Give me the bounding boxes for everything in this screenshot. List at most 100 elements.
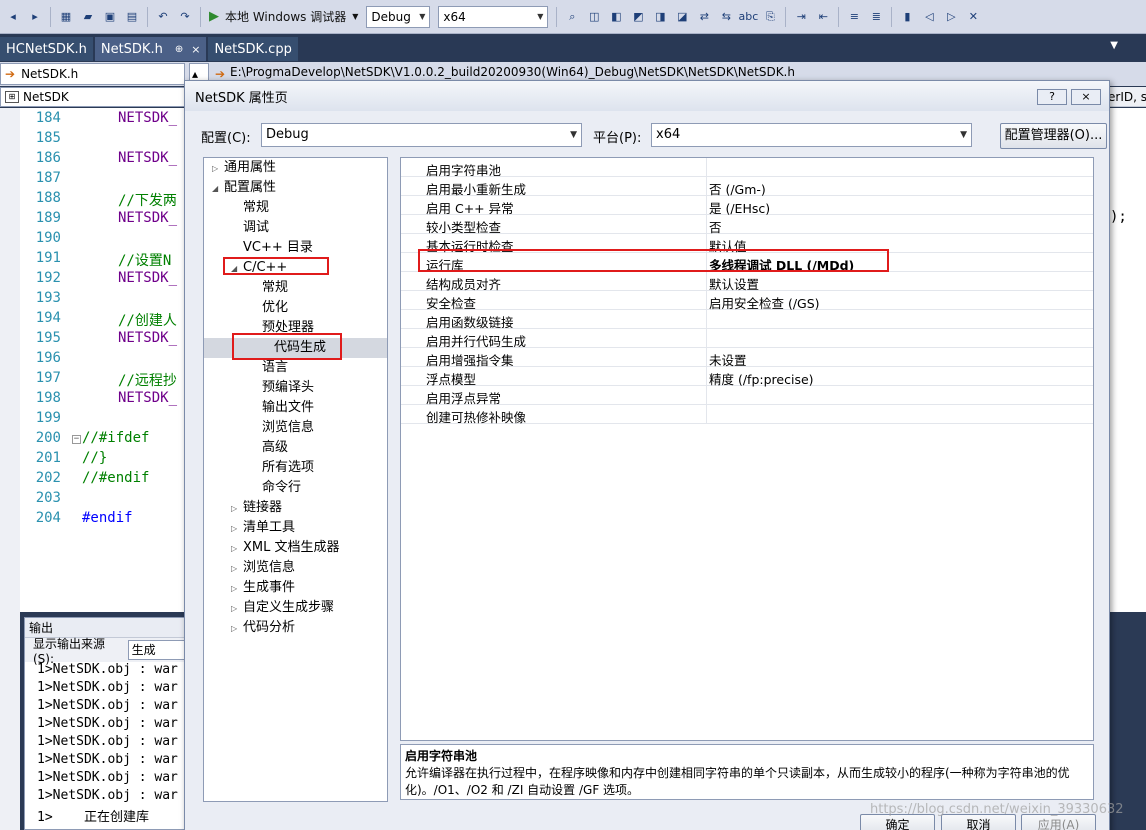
tree-item[interactable]: ▷ 代码分析 bbox=[231, 618, 295, 638]
code-line[interactable]: 188 //下发两 bbox=[20, 190, 177, 210]
code-line[interactable]: 186 NETSDK_ bbox=[20, 150, 177, 170]
code-line[interactable]: 201 //} bbox=[20, 450, 108, 470]
property-row[interactable]: 安全检查 启用安全检查 (/GS) bbox=[401, 291, 1093, 311]
tree-item[interactable]: 预处理器 bbox=[250, 318, 314, 338]
extract-icon[interactable]: ⎘ bbox=[762, 9, 778, 25]
code-line[interactable]: 199 bbox=[20, 410, 61, 430]
tree-item[interactable]: 语言 bbox=[250, 358, 288, 378]
property-row[interactable]: 启用最小重新生成否 (/Gm-) bbox=[401, 177, 1093, 197]
code-line[interactable]: 202 //#endif bbox=[20, 470, 150, 490]
property-row[interactable]: 启用增强指令集 未设置 bbox=[401, 348, 1093, 368]
property-row[interactable]: 基本运行时检查 默认值 bbox=[401, 234, 1093, 254]
config-manager-button[interactable]: 配置管理器(O)... bbox=[1000, 123, 1107, 149]
code-line[interactable]: 191 //设置N bbox=[20, 250, 172, 270]
refactor-icon[interactable]: ⇄ bbox=[696, 9, 712, 25]
code-line[interactable]: 197 //远程抄 bbox=[20, 370, 177, 390]
undo-icon[interactable]: ↶ bbox=[155, 9, 171, 25]
tree-item[interactable]: 常规 bbox=[231, 198, 269, 218]
file-scope-select[interactable]: ➔ NetSDK.h bbox=[0, 63, 185, 85]
tree-item[interactable]: 代码生成 bbox=[204, 338, 387, 358]
platform-select[interactable]: x64 ▼ bbox=[651, 123, 972, 147]
property-row[interactable]: 结构成员对齐 默认设置 bbox=[401, 272, 1093, 292]
property-row[interactable]: 启用浮点异常 bbox=[401, 386, 1093, 406]
expand-arrow-icon[interactable]: ▷ bbox=[212, 159, 224, 179]
tree-item[interactable]: ▷ 生成事件 bbox=[231, 578, 295, 598]
class-select[interactable]: ⊞ NetSDK bbox=[0, 87, 185, 107]
tree-item[interactable]: 命令行 bbox=[250, 478, 301, 498]
tree-item[interactable]: 浏览信息 bbox=[250, 418, 314, 438]
expand-arrow-icon[interactable]: ▷ bbox=[231, 519, 243, 539]
save-all-icon[interactable]: ▤ bbox=[124, 9, 140, 25]
tree-item[interactable]: 预编译头 bbox=[250, 378, 314, 398]
property-row[interactable]: 创建可热修补映像 bbox=[401, 405, 1093, 425]
tree-item[interactable]: ▷ 浏览信息 bbox=[231, 558, 295, 578]
code-line[interactable]: 203 bbox=[20, 490, 61, 510]
expand-arrow-icon[interactable]: ▷ bbox=[231, 599, 243, 619]
open-folder-icon[interactable]: ▰ bbox=[80, 9, 96, 25]
clear-bookmarks-icon[interactable]: ✕ bbox=[965, 9, 981, 25]
tree-item[interactable]: ◢ C/C++ bbox=[231, 258, 287, 278]
class-view-icon[interactable]: ◪ bbox=[674, 9, 690, 25]
comment-icon[interactable]: ≡ bbox=[846, 9, 862, 25]
tree-item[interactable]: ▷ 自定义生成步骤 bbox=[231, 598, 334, 618]
solution-platform-select[interactable]: x64 ▼ bbox=[438, 5, 549, 28]
property-row[interactable]: 启用字符串池 bbox=[401, 158, 1093, 178]
solution-explorer-icon[interactable]: ◫ bbox=[586, 9, 602, 25]
tab-netsdk-h[interactable]: NetSDK.h ⊕ × bbox=[94, 37, 207, 61]
code-line[interactable]: 184 NETSDK_ bbox=[20, 110, 177, 130]
toolbox-icon[interactable]: ◨ bbox=[652, 9, 668, 25]
property-row[interactable]: 启用函数级链接 bbox=[401, 310, 1093, 330]
code-line[interactable]: 190 bbox=[20, 230, 61, 250]
code-line[interactable]: 192 NETSDK_ bbox=[20, 270, 177, 290]
tree-item[interactable]: 所有选项 bbox=[250, 458, 314, 478]
config-select[interactable]: Debug ▼ bbox=[261, 123, 582, 147]
tab-netsdk-cpp[interactable]: NetSDK.cpp bbox=[208, 37, 298, 61]
expand-arrow-icon[interactable]: ▷ bbox=[231, 559, 243, 579]
tree-item[interactable]: 常规 bbox=[250, 278, 288, 298]
collapse-arrow-icon[interactable]: ◢ bbox=[231, 259, 243, 279]
solution-config-select[interactable]: Debug ▼ bbox=[366, 5, 431, 28]
back-nav-icon[interactable]: ◂ bbox=[5, 9, 21, 25]
code-line[interactable]: 193 bbox=[20, 290, 61, 310]
bookmark-icon[interactable]: ▮ bbox=[899, 9, 915, 25]
indent-icon[interactable]: ⇥ bbox=[793, 9, 809, 25]
save-icon[interactable]: ▣ bbox=[102, 9, 118, 25]
object-browser-icon[interactable]: ◩ bbox=[630, 9, 646, 25]
tree-item[interactable]: ◢ 配置属性 bbox=[212, 178, 276, 198]
code-line[interactable]: 189 NETSDK_ bbox=[20, 210, 177, 230]
find-icon[interactable]: ⌕ bbox=[564, 9, 580, 25]
tree-item[interactable]: 输出文件 bbox=[250, 398, 314, 418]
properties-icon[interactable]: ◧ bbox=[608, 9, 624, 25]
chevron-down-icon[interactable]: ▼ bbox=[1110, 40, 1118, 51]
close-icon[interactable]: × bbox=[191, 43, 200, 56]
fold-toggle-icon[interactable]: − bbox=[72, 435, 81, 444]
property-row[interactable]: 启用 C++ 异常是 (/EHsc) bbox=[401, 196, 1093, 216]
tree-item[interactable]: ▷ XML 文档生成器 bbox=[231, 538, 340, 558]
tree-item[interactable]: ▷ 链接器 bbox=[231, 498, 282, 518]
rename-icon[interactable]: ⇆ bbox=[718, 9, 734, 25]
outdent-icon[interactable]: ⇤ bbox=[815, 9, 831, 25]
close-button[interactable]: × bbox=[1071, 89, 1101, 105]
code-line[interactable]: 198 NETSDK_ bbox=[20, 390, 177, 410]
property-row[interactable]: 启用并行代码生成 bbox=[401, 329, 1093, 349]
code-line[interactable]: 187 bbox=[20, 170, 61, 190]
code-line[interactable]: 185 bbox=[20, 130, 61, 150]
code-line[interactable]: 194 //创建人 bbox=[20, 310, 177, 330]
tree-item[interactable]: ▷ 通用属性 bbox=[212, 158, 276, 178]
tab-hcnetsdk-h[interactable]: HCNetSDK.h bbox=[0, 37, 93, 61]
prev-bookmark-icon[interactable]: ◁ bbox=[921, 9, 937, 25]
start-debugger-button[interactable]: ▶ 本地 Windows 调试器 ▼ bbox=[209, 8, 358, 25]
tree-item[interactable]: ▷ 清单工具 bbox=[231, 518, 295, 538]
code-line[interactable]: 196 bbox=[20, 350, 61, 370]
property-row[interactable]: 浮点模型 精度 (/fp:precise) bbox=[401, 367, 1093, 387]
chevron-down-icon[interactable]: ▼ bbox=[352, 12, 358, 21]
spell-icon[interactable]: abc bbox=[738, 9, 758, 25]
expand-arrow-icon[interactable]: ▷ bbox=[231, 499, 243, 519]
output-source-select[interactable]: 生成 bbox=[127, 640, 185, 660]
uncomment-icon[interactable]: ≣ bbox=[868, 9, 884, 25]
forward-nav-icon[interactable]: ▸ bbox=[27, 9, 43, 25]
expand-arrow-icon[interactable]: ▷ bbox=[231, 579, 243, 599]
help-button[interactable]: ? bbox=[1037, 89, 1067, 105]
tree-item[interactable]: VC++ 目录 bbox=[231, 238, 313, 258]
expand-arrow-icon[interactable]: ▷ bbox=[231, 619, 243, 639]
